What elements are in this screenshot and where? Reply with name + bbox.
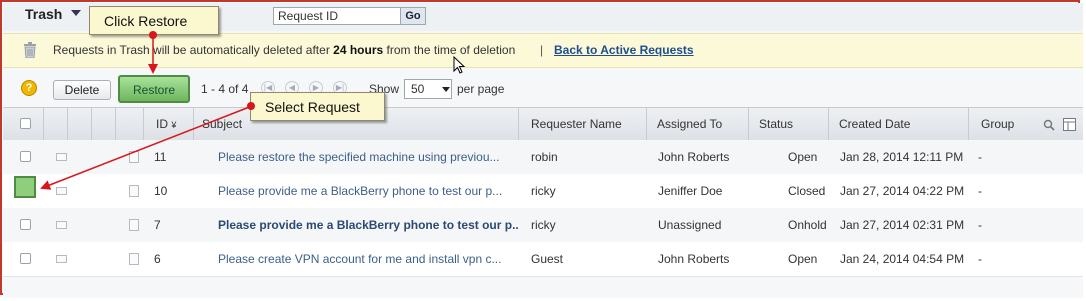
search-input[interactable]: Request ID <box>273 7 401 25</box>
header-spacer <box>43 108 67 140</box>
column-header-group[interactable]: Group <box>968 108 1078 140</box>
mail-icon <box>56 153 67 161</box>
cell-assigned: Jeniffer Doe <box>658 184 723 198</box>
mail-icon <box>56 255 67 263</box>
column-header-id[interactable]: ID ¥ <box>143 108 193 140</box>
column-header-status[interactable]: Status <box>748 108 828 140</box>
delete-button[interactable]: Delete <box>53 80 111 100</box>
page-title[interactable]: Trash <box>25 6 62 22</box>
header-spacer <box>115 108 143 140</box>
cell-assigned: John Roberts <box>658 150 730 164</box>
note-icon <box>129 219 139 231</box>
mail-icon <box>56 187 67 195</box>
table-row[interactable]: 11 Please restore the specified machine … <box>3 140 1083 175</box>
cell-subject[interactable]: Please create VPN account for me and ins… <box>218 242 513 276</box>
notice-separator: | <box>540 43 544 57</box>
restore-button[interactable]: Restore <box>118 75 190 103</box>
notice-text: Requests in Trash will be automatically … <box>53 43 516 57</box>
table-row[interactable]: 10 Please provide me a BlackBerry phone … <box>3 174 1083 209</box>
cell-group: - <box>978 218 982 232</box>
note-icon <box>129 253 139 265</box>
cell-subject[interactable]: Please provide me a BlackBerry phone to … <box>218 174 513 208</box>
table-header: ID ¥ Subject Requester Name Assigned To … <box>3 107 1083 141</box>
cell-group: - <box>978 252 982 266</box>
cell-created: Jan 24, 2014 04:54 PM <box>840 252 965 266</box>
cell-requester: robin <box>531 150 558 164</box>
select-caret-icon[interactable] <box>442 87 450 92</box>
trash-notice: Requests in Trash will be automatically … <box>3 33 1083 68</box>
cell-assigned: Unassigned <box>658 218 722 232</box>
sort-desc-icon[interactable]: ¥ <box>171 120 176 130</box>
callout-marker-dot <box>247 102 255 110</box>
cell-id: 11 <box>154 150 167 164</box>
cell-subject[interactable]: Please provide me a BlackBerry phone to … <box>218 208 518 242</box>
cell-status: Open <box>788 150 818 164</box>
column-header-assigned[interactable]: Assigned To <box>646 108 748 140</box>
row-checkbox[interactable] <box>20 151 31 162</box>
cell-requester: ricky <box>531 184 556 198</box>
cell-id: 7 <box>154 218 161 232</box>
cell-created: Jan 27, 2014 04:22 PM <box>840 184 965 198</box>
header-spacer <box>67 108 91 140</box>
per-page-label: per page <box>457 82 505 96</box>
action-toolbar: ? Delete Restore 1 - 4 of 4 |◀ ◀ ▶ ▶| Sh… <box>3 69 1083 107</box>
back-to-active-requests-link[interactable]: Back to Active Requests <box>554 43 694 57</box>
go-button[interactable]: Go <box>400 7 426 25</box>
callout-select-request: Select Request <box>250 92 385 121</box>
cell-id: 10 <box>154 184 168 198</box>
select-all-checkbox[interactable] <box>20 118 31 129</box>
header-spacer <box>91 108 115 140</box>
cell-group: - <box>978 184 982 198</box>
column-header-requester[interactable]: Requester Name <box>518 108 646 140</box>
cell-status: Closed <box>788 184 826 198</box>
cell-assigned: John Roberts <box>658 252 730 266</box>
cell-requester: ricky <box>531 218 556 232</box>
column-chooser-icon[interactable] <box>1063 118 1076 131</box>
table-row[interactable]: 6 Please create VPN account for me and i… <box>3 242 1083 277</box>
note-icon <box>129 185 139 197</box>
cell-requester: Guest <box>531 252 564 266</box>
cell-subject[interactable]: Please restore the specified machine usi… <box>218 140 513 174</box>
table-row[interactable]: 7 Please provide me a BlackBerry phone t… <box>3 208 1083 243</box>
chevron-down-icon[interactable] <box>71 10 81 16</box>
trash-view: Trash Request ID Go Requests in Trash wi… <box>3 3 1083 298</box>
cell-id: 6 <box>154 252 161 266</box>
selected-checkbox-highlight[interactable] <box>14 176 36 198</box>
row-checkbox[interactable] <box>20 219 31 230</box>
note-icon <box>129 151 139 163</box>
cell-group: - <box>978 150 982 164</box>
cell-created: Jan 27, 2014 02:31 PM <box>840 218 965 232</box>
trash-bin-icon <box>24 42 36 58</box>
requests-table: ID ¥ Subject Requester Name Assigned To … <box>3 107 1083 277</box>
cell-created: Jan 28, 2014 12:11 PM <box>840 150 964 164</box>
column-header-created[interactable]: Created Date <box>828 108 968 140</box>
help-icon[interactable]: ? <box>21 80 37 96</box>
row-checkbox[interactable] <box>20 253 31 264</box>
callout-marker-dot <box>149 31 157 39</box>
mouse-pointer-icon <box>453 56 466 74</box>
pager-range: 1 - 4 of 4 <box>201 82 249 96</box>
cell-status: Open <box>788 252 818 266</box>
cell-status: Onhold <box>788 218 827 232</box>
search-icon[interactable] <box>1043 119 1055 131</box>
mail-icon <box>56 221 67 229</box>
